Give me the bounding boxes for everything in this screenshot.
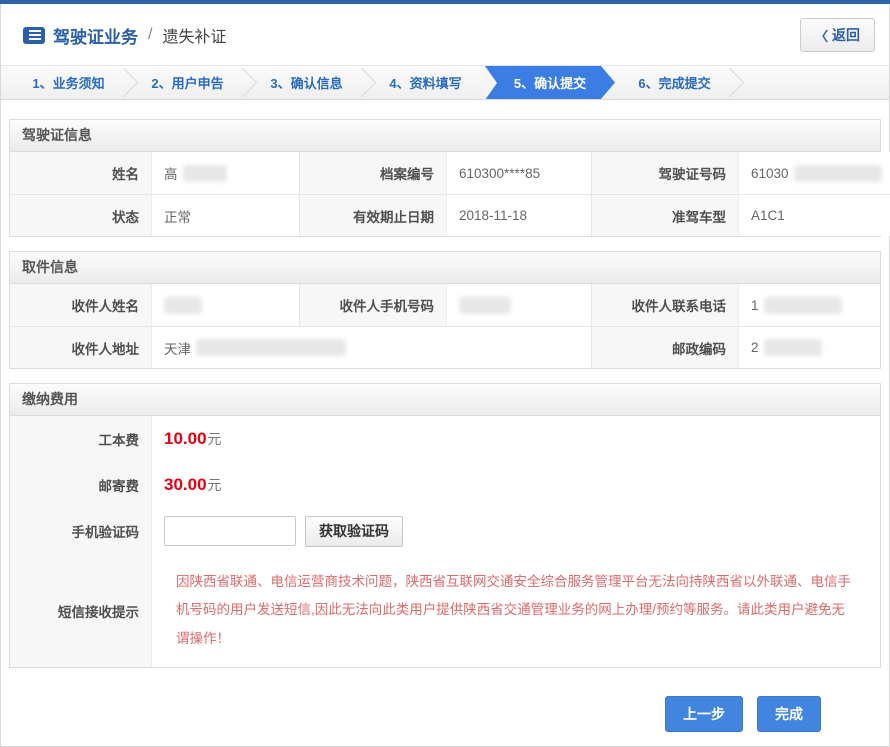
step-label: 4、资料填写 [389,73,461,92]
field-value-recipient-name [152,284,300,326]
pickup-table: 收件人姓名 收件人手机号码 收件人联系电话 1 收件人地址 天津 [10,284,880,368]
captcha-input[interactable] [164,516,296,546]
get-captcha-button[interactable]: 获取验证码 [305,516,403,547]
step-label: 3、确认信息 [270,73,342,92]
chevron-right-icon [715,68,745,98]
field-label: 短信接收提示 [10,554,152,667]
step-4-fill-data[interactable]: 4、资料填写 [366,66,485,99]
field-label: 准驾车型 [592,194,739,236]
field-value-text: 2018-11-18 [459,208,527,223]
field-value-text: 高 [164,163,178,183]
page-title: 驾驶证业务 [53,23,138,48]
field-value-text: A1C1 [751,208,785,223]
redacted-value [183,165,227,182]
sms-notice-cell: 因陕西省联通、电信运营商技术问题，陕西省互联网交通安全综合服务管理平台无法向持陕… [152,554,880,667]
footer-actions: 上一步 完成 [9,682,881,746]
field-value-license-number: 61030 [739,152,890,194]
back-button-label: 返回 [832,25,860,45]
section-fees: 缴纳费用 工本费 10.00 元 邮寄费 30.00 元 手机验证码 [9,383,881,668]
field-value-recipient-mobile [447,284,592,326]
field-label: 邮政编码 [592,326,739,368]
work-fee-value: 10.00 元 [152,416,880,462]
step-wizard: 1、业务须知 2、用户申告 3、确认信息 4、资料填写 5、确认提交 6、完成提… [1,66,889,100]
mail-fee-value: 30.00 元 [152,462,880,508]
list-icon [23,27,45,44]
field-value-postal-code: 2 [739,326,880,368]
step-label: 1、业务须知 [32,73,104,92]
field-label: 收件人姓名 [10,284,152,326]
work-fee-row: 工本费 10.00 元 [10,416,880,462]
redacted-value [764,339,822,356]
field-value-text: 1 [751,298,759,313]
step-3-confirm-info[interactable]: 3、确认信息 [247,66,366,99]
section-license-info: 驾驶证信息 姓名 高 档案编号 610300****85 驾驶证号码 61030… [9,119,881,237]
field-value-name: 高 [152,152,300,194]
section-pickup-info: 取件信息 收件人姓名 收件人手机号码 收件人联系电话 1 收件人地址 天津 [9,251,881,369]
step-label: 6、完成提交 [638,73,710,92]
previous-step-button[interactable]: 上一步 [665,696,743,732]
page-subtitle: 遗失补证 [162,23,226,47]
section-title: 驾驶证信息 [10,120,880,152]
step-label: 5、确认提交 [514,73,586,92]
breadcrumb: 驾驶证业务 / 遗失补证 [23,23,226,48]
mail-fee-amount: 30.00 [164,475,207,495]
back-arrow-icon: 〈 [815,26,828,45]
redacted-value [459,297,511,314]
field-label: 有效期止日期 [300,194,447,236]
field-value-recipient-address: 天津 [152,326,592,368]
mail-fee-row: 邮寄费 30.00 元 [10,462,880,508]
field-value-status: 正常 [152,194,300,236]
redacted-value [794,165,882,182]
breadcrumb-separator: / [148,26,152,44]
step-5-confirm-submit[interactable]: 5、确认提交 [485,66,615,99]
field-value-expiry-date: 2018-11-18 [447,194,592,236]
back-button[interactable]: 〈 返回 [800,18,875,52]
field-value-recipient-phone: 1 [739,284,880,326]
field-label: 手机验证码 [10,508,152,554]
step-6-finish-submit[interactable]: 6、完成提交 [615,66,734,99]
captcha-field-wrap: 获取验证码 [152,508,880,554]
section-title: 取件信息 [10,252,880,284]
step-2-user-declaration[interactable]: 2、用户申告 [128,66,247,99]
sms-notice-row: 短信接收提示 因陕西省联通、电信运营商技术问题，陕西省互联网交通安全综合服务管理… [10,554,880,667]
step-1-business-notice[interactable]: 1、业务须知 [9,66,128,99]
content: 驾驶证信息 姓名 高 档案编号 610300****85 驾驶证号码 61030… [1,100,889,746]
header: 驾驶证业务 / 遗失补证 〈 返回 [1,4,889,66]
field-value-text: 2 [751,340,759,355]
page: 驾驶证业务 / 遗失补证 〈 返回 1、业务须知 2、用户申告 3、确认信息 4… [0,4,890,747]
field-value-text: 61030 [751,166,789,181]
field-value-text: 天津 [164,338,191,358]
sms-notice-text: 因陕西省联通、电信运营商技术问题，陕西省互联网交通安全综合服务管理平台无法向持陕… [164,560,870,661]
field-value-text: 610300****85 [459,166,540,181]
finish-button[interactable]: 完成 [757,696,821,732]
redacted-value [164,297,202,314]
section-title: 缴纳费用 [10,384,880,416]
work-fee-amount: 10.00 [164,429,207,449]
field-label: 档案编号 [300,152,447,194]
currency-unit: 元 [208,475,222,495]
step-label: 2、用户申告 [151,73,223,92]
field-label: 驾驶证号码 [592,152,739,194]
field-value-vehicle-class: A1C1 [739,194,890,236]
license-table: 姓名 高 档案编号 610300****85 驾驶证号码 61030 状态 正常 [10,152,880,236]
field-label: 工本费 [10,416,152,462]
field-value-file-number: 610300****85 [447,152,592,194]
field-label: 状态 [10,194,152,236]
field-value-text: 正常 [164,206,191,226]
field-label: 姓名 [10,152,152,194]
field-label: 收件人手机号码 [300,284,447,326]
field-label: 收件人联系电话 [592,284,739,326]
captcha-row: 手机验证码 获取验证码 [10,508,880,554]
redacted-value [764,297,842,314]
field-label: 邮寄费 [10,462,152,508]
redacted-value [196,339,346,356]
currency-unit: 元 [208,429,222,449]
field-label: 收件人地址 [10,326,152,368]
